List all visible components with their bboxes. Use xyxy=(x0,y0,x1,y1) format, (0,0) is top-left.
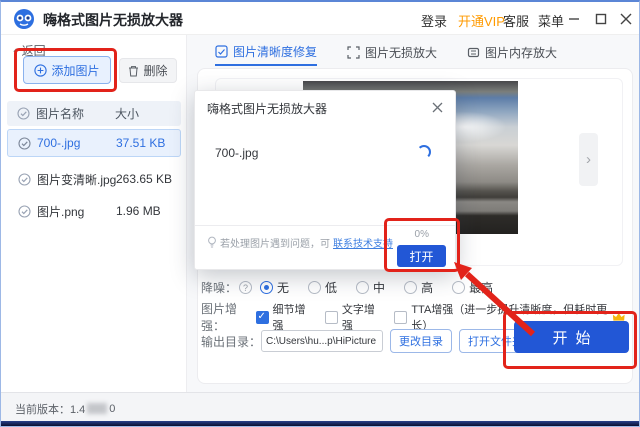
menu-link[interactable]: 菜单 xyxy=(538,11,564,30)
app-title: 嗨格式图片无损放大器 xyxy=(43,10,183,30)
check-circle-icon xyxy=(18,173,31,186)
radio-label: 最高 xyxy=(469,279,493,296)
memory-icon xyxy=(467,46,480,59)
dialog-tip: 若处理图片遇到问题，可 联系技术支持 xyxy=(207,235,393,250)
app-window: 嗨格式图片无损放大器 登录 开通VIP 客服 菜单 ‹返回 添加图片 xyxy=(0,0,640,427)
app-logo-icon xyxy=(13,8,35,30)
tab-label: 图片内存放大 xyxy=(485,44,557,61)
denoise-option-mid[interactable]: 中 xyxy=(356,279,385,296)
header-name-label: 图片名称 xyxy=(36,105,84,122)
next-image-button[interactable]: › xyxy=(579,133,598,186)
version-suffix: 0 xyxy=(109,403,115,415)
file-list-header: 图片名称 大小 xyxy=(7,101,181,126)
minimize-icon[interactable] xyxy=(565,10,583,28)
check-circle-icon xyxy=(18,205,31,218)
delete-button[interactable]: 删除 xyxy=(119,58,177,83)
check-circle-icon xyxy=(17,107,30,120)
checkbox-checked-icon xyxy=(256,311,269,324)
file-row[interactable]: 图片.png 1.96 MB xyxy=(7,197,181,225)
plus-circle-icon xyxy=(34,64,47,77)
tab-label: 图片清晰度修复 xyxy=(233,43,317,60)
radio-icon xyxy=(452,281,465,294)
dialog-close-icon[interactable] xyxy=(429,99,445,115)
output-path-input[interactable] xyxy=(261,330,383,352)
version-prefix: 当前版本：1.4 xyxy=(15,401,85,417)
loading-spinner-icon xyxy=(417,145,431,159)
open-button[interactable]: 打开 xyxy=(397,245,446,267)
add-image-label: 添加图片 xyxy=(51,62,99,79)
window-bottom-edge xyxy=(1,421,639,426)
radio-icon xyxy=(356,281,369,294)
progress-dialog: 嗨格式图片无损放大器 700-.jpg 若处理图片遇到问题，可 联系技术支持 0… xyxy=(194,90,456,270)
denoise-option-none[interactable]: 无 xyxy=(260,279,289,296)
vip-link[interactable]: 开通VIP xyxy=(458,11,505,30)
radio-label: 高 xyxy=(421,279,433,296)
tab-label: 图片无损放大 xyxy=(365,44,437,61)
file-name: 图片.png xyxy=(37,203,84,220)
start-button[interactable]: 开始 xyxy=(514,321,629,353)
radio-icon xyxy=(404,281,417,294)
lightbulb-icon xyxy=(207,236,217,249)
denoise-option-low[interactable]: 低 xyxy=(308,279,337,296)
tab-memory-enlarge[interactable]: 图片内存放大 xyxy=(467,44,557,66)
radio-selected-icon xyxy=(260,281,273,294)
denoise-label: 降噪： xyxy=(201,279,237,296)
checkbox-icon xyxy=(394,311,407,324)
add-image-button[interactable]: 添加图片 xyxy=(23,56,111,84)
denoise-row: 降噪： ? 无 低 中 高 最高 xyxy=(201,279,512,296)
file-name: 图片变清晰.jpg xyxy=(37,171,116,188)
dialog-file-name: 700-.jpg xyxy=(215,146,258,160)
output-row: 输出目录： 更改目录 打开文件夹 xyxy=(201,329,539,353)
chevron-right-icon: › xyxy=(586,151,591,168)
support-link[interactable]: 客服 xyxy=(503,11,529,30)
denoise-option-max[interactable]: 最高 xyxy=(452,279,493,296)
file-name: 700-.jpg xyxy=(37,136,80,150)
output-label: 输出目录： xyxy=(201,333,261,350)
mode-tabs: 图片清晰度修复 图片无损放大 图片内存放大 xyxy=(215,44,557,66)
file-size: 37.51 KB xyxy=(116,136,165,150)
title-bar: 嗨格式图片无损放大器 登录 开通VIP 客服 菜单 xyxy=(1,2,639,35)
file-row-selected[interactable]: 700-.jpg 37.51 KB xyxy=(7,129,181,157)
tab-lossless-enlarge[interactable]: 图片无损放大 xyxy=(347,44,437,66)
status-bar: 当前版本：1.4 0 xyxy=(1,392,639,424)
close-icon[interactable] xyxy=(617,10,635,28)
trash-icon xyxy=(128,65,139,77)
login-link[interactable]: 登录 xyxy=(421,11,447,30)
header-size-label: 大小 xyxy=(115,105,139,122)
delete-label: 删除 xyxy=(143,62,167,79)
dialog-title: 嗨格式图片无损放大器 xyxy=(207,100,327,117)
tab-clarity-repair[interactable]: 图片清晰度修复 xyxy=(215,44,317,66)
help-icon[interactable]: ? xyxy=(239,281,252,294)
file-size: 263.65 KB xyxy=(116,172,172,186)
check-circle-icon xyxy=(18,137,31,150)
progress-percent: 0% xyxy=(415,229,429,240)
radio-label: 低 xyxy=(325,279,337,296)
maximize-icon[interactable] xyxy=(592,10,610,28)
file-size: 1.96 MB xyxy=(116,204,161,218)
image-repair-icon xyxy=(215,45,228,58)
dialog-footer: 若处理图片遇到问题，可 联系技术支持 0% 打开 xyxy=(195,225,455,271)
tech-support-link[interactable]: 联系技术支持 xyxy=(333,235,393,250)
checkbox-icon xyxy=(325,311,338,324)
radio-icon xyxy=(308,281,321,294)
radio-label: 无 xyxy=(277,279,289,296)
radio-label: 中 xyxy=(373,279,385,296)
change-dir-button[interactable]: 更改目录 xyxy=(390,329,452,353)
expand-icon xyxy=(347,46,360,59)
tip-text: 若处理图片遇到问题，可 xyxy=(220,235,330,250)
denoise-option-high[interactable]: 高 xyxy=(404,279,433,296)
file-row[interactable]: 图片变清晰.jpg 263.65 KB xyxy=(7,165,181,193)
back-chevron-icon: ‹ xyxy=(13,42,18,58)
file-sidebar: ‹返回 添加图片 删除 图片名称 大小 700-.jpg xyxy=(1,35,187,392)
blurred-version-segment xyxy=(87,403,107,414)
